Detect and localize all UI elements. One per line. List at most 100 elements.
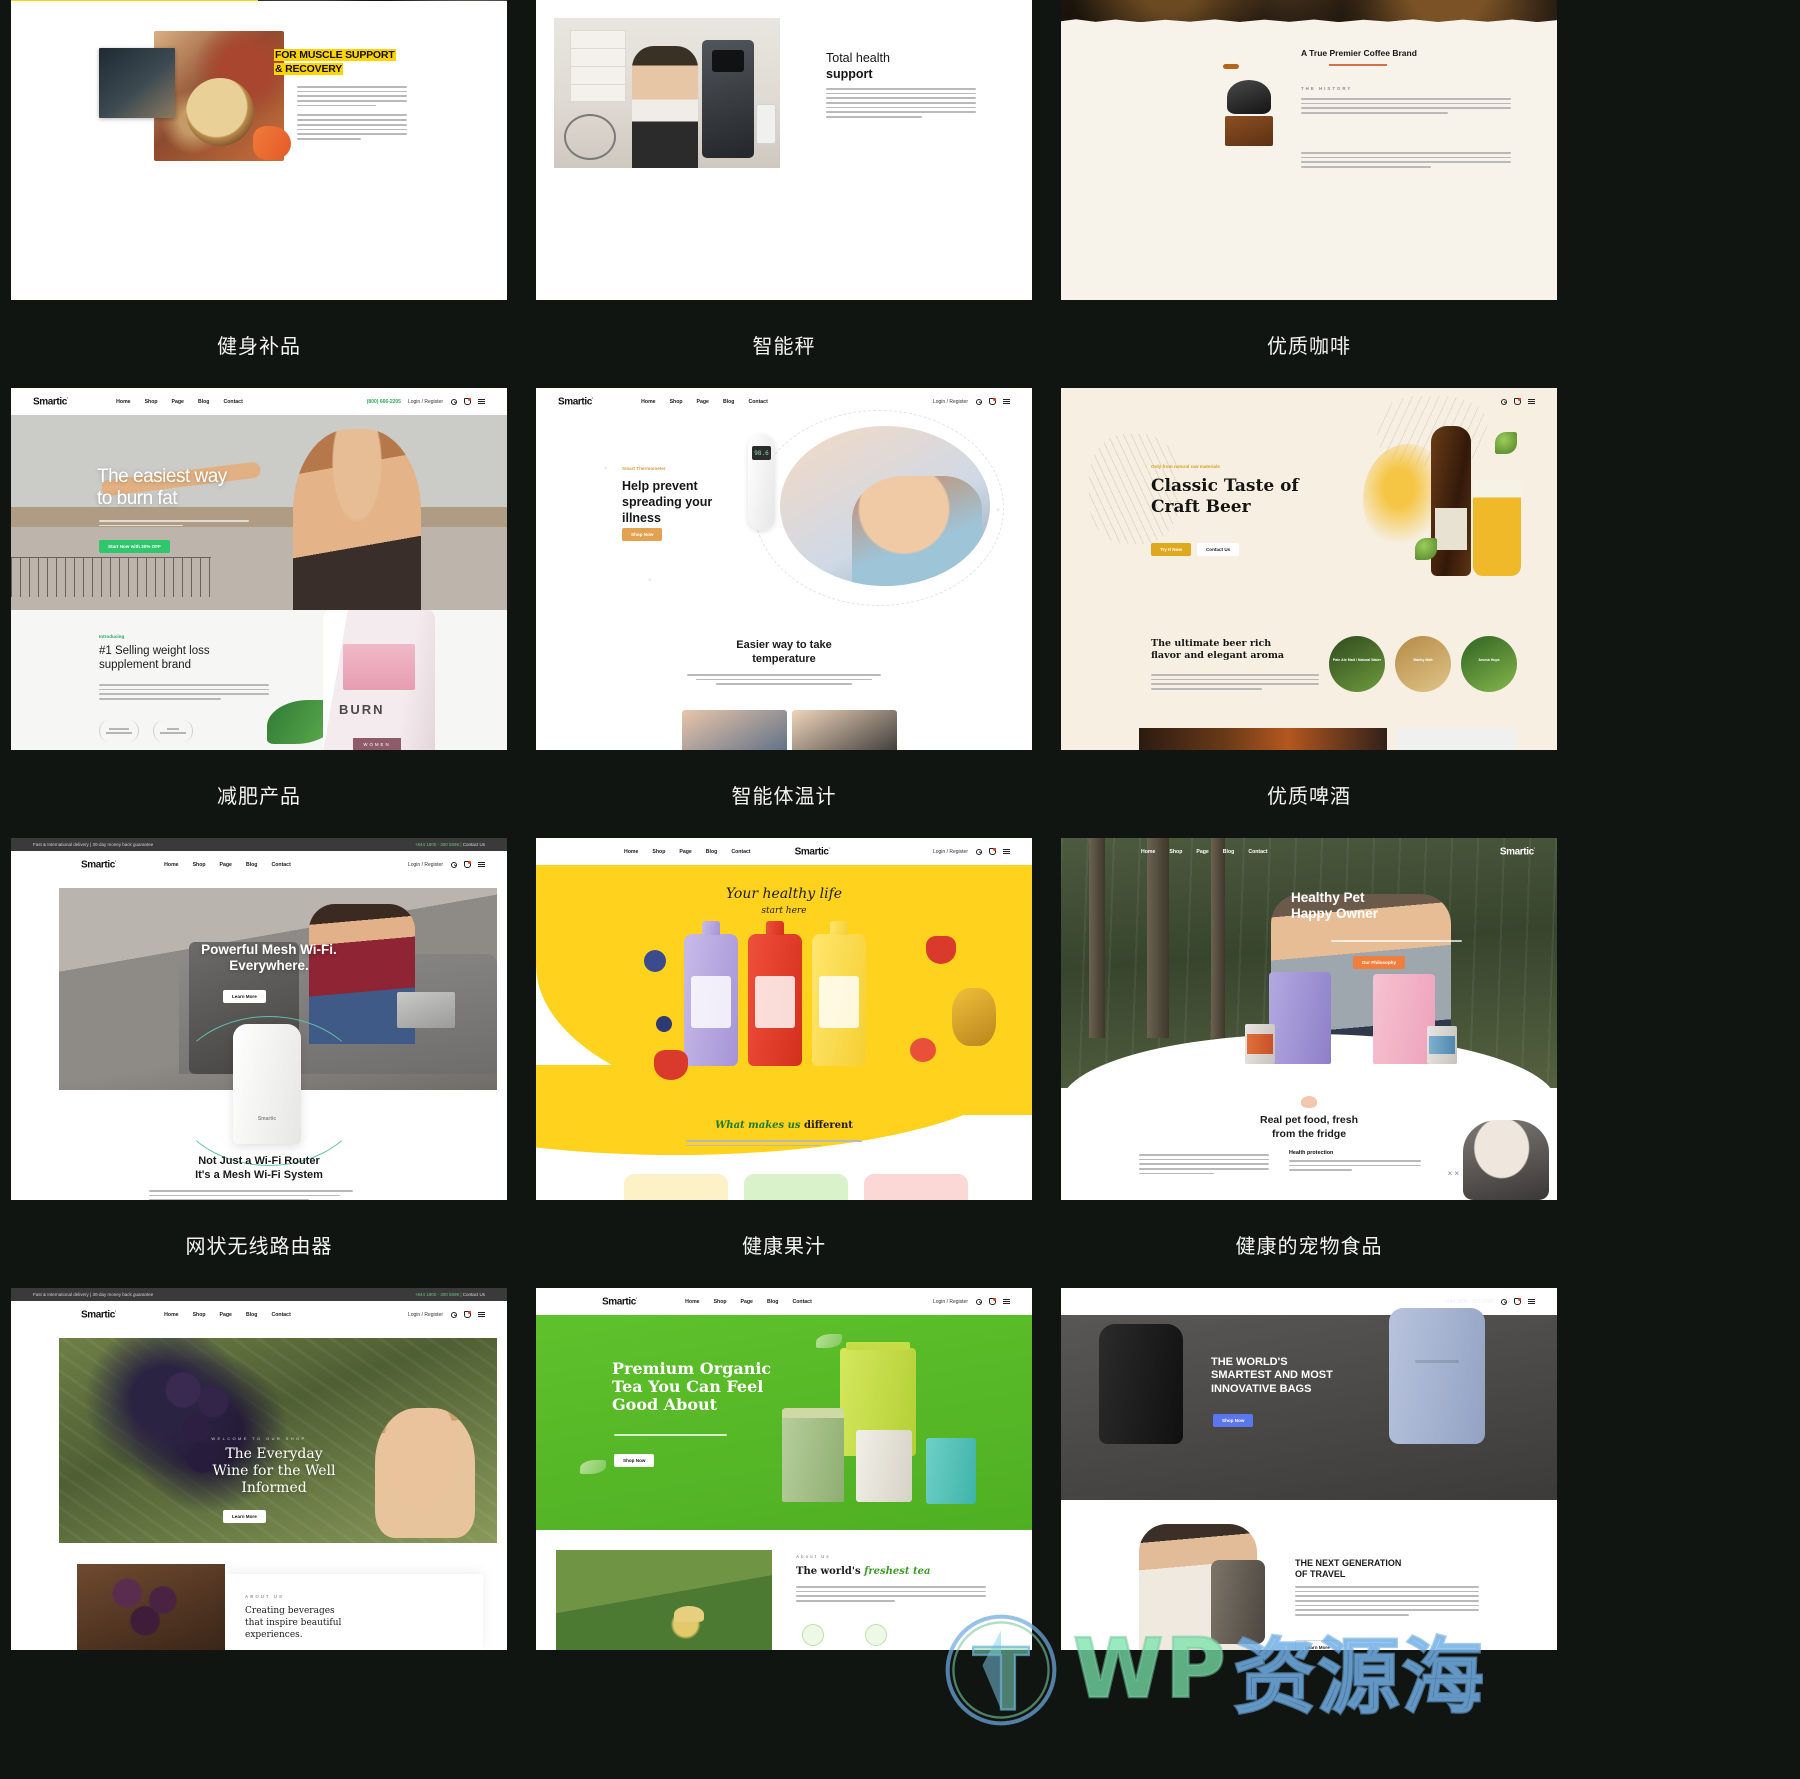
search-icon[interactable] xyxy=(975,848,982,855)
site-nav-links[interactable]: Home Shop Page Blog Contact xyxy=(164,862,291,868)
learn-more-button[interactable]: Learn More xyxy=(223,1510,266,1523)
nav-item-shop[interactable]: Shop xyxy=(193,1312,206,1318)
nav-item-shop[interactable]: Shop xyxy=(1169,849,1182,855)
login-register-link[interactable]: Login / Register xyxy=(933,1299,968,1305)
nav-item-shop[interactable]: Shop xyxy=(670,399,683,405)
brand-logo[interactable]: Smartic· xyxy=(602,1296,638,1307)
thumbnail-preview[interactable]: Home Shop Page Blog Contact Smartic· Log… xyxy=(536,838,1032,1200)
nav-item-shop[interactable]: Shop xyxy=(1239,1299,1252,1305)
cart-icon[interactable] xyxy=(464,1311,471,1318)
shop-now-button[interactable]: Shop Now xyxy=(622,528,663,541)
menu-icon[interactable] xyxy=(1528,1298,1535,1305)
search-icon[interactable] xyxy=(1500,1298,1507,1305)
menu-icon[interactable] xyxy=(478,861,485,868)
thumbnail-preview[interactable]: Get It Now FOR MUSCLE SUPPORT & RECOVERY xyxy=(11,0,507,300)
try-it-now-button[interactable]: Try It Now xyxy=(1151,543,1191,556)
topbar-right[interactable]: +844 1800 - 300 5598 | Contact Us xyxy=(415,842,485,847)
shop-now-button[interactable]: Shop Now xyxy=(1213,1414,1254,1427)
site-nav-links[interactable]: Home Shop Page Blog Contact xyxy=(641,399,768,405)
menu-icon[interactable] xyxy=(1003,1298,1010,1305)
learn-more-button[interactable]: Learn More xyxy=(223,990,266,1003)
thumbnail-preview[interactable]: Smartic· Home Shop Page Blog Contact Log… xyxy=(536,1288,1032,1650)
brand-logo[interactable]: Smartic· xyxy=(1500,846,1536,857)
search-icon[interactable] xyxy=(450,1311,457,1318)
site-nav-links[interactable]: Home Shop Page Blog Contact xyxy=(164,1312,291,1318)
template-card-wine-shop[interactable]: Fast & International delivery | 30-day m… xyxy=(11,1288,507,1738)
nav-item-shop[interactable]: Shop xyxy=(145,399,158,405)
nav-item-contact[interactable]: Contact xyxy=(792,1299,811,1305)
nav-item-page[interactable]: Page xyxy=(172,399,184,405)
menu-icon[interactable] xyxy=(1003,848,1010,855)
brand-logo[interactable]: Smartic· xyxy=(795,846,831,857)
nav-item-shop[interactable]: Shop xyxy=(652,849,665,855)
nav-item-shop[interactable]: Shop xyxy=(714,1299,727,1305)
nav-item-blog[interactable]: Blog xyxy=(767,1299,779,1305)
menu-icon[interactable] xyxy=(1003,398,1010,405)
site-nav-links[interactable]: Home Shop Page Blog Contact xyxy=(624,849,751,855)
nav-item-blog[interactable]: Blog xyxy=(706,849,718,855)
login-register-link[interactable]: Login / Register xyxy=(933,849,968,855)
nav-item-contact[interactable]: Contact xyxy=(1248,849,1267,855)
search-icon[interactable] xyxy=(450,398,457,405)
nav-item-home[interactable]: Home xyxy=(1141,849,1155,855)
nav-item-page[interactable]: Page xyxy=(741,1299,753,1305)
nav-item-home[interactable]: Home xyxy=(641,399,655,405)
thumbnail-preview[interactable]: Fast & International delivery | 30-day m… xyxy=(11,838,507,1200)
cart-icon[interactable] xyxy=(1514,398,1521,405)
brand-logo[interactable]: Smartic· xyxy=(81,1309,117,1320)
cart-icon[interactable] xyxy=(989,398,996,405)
search-icon[interactable] xyxy=(975,398,982,405)
shop-now-button[interactable]: Shop Now xyxy=(614,1454,655,1467)
menu-icon[interactable] xyxy=(478,1311,485,1318)
template-card-fitness-supplement[interactable]: Get It Now FOR MUSCLE SUPPORT & RECOVERY xyxy=(11,0,507,388)
hero-cta-button[interactable]: Start Now with 30% OFF xyxy=(99,540,170,553)
search-icon[interactable] xyxy=(450,861,457,868)
nav-item-blog[interactable]: Blog xyxy=(246,862,258,868)
thumbnail-preview[interactable]: Fast & International delivery | 30-day m… xyxy=(11,1288,507,1650)
nav-item-home[interactable]: Home xyxy=(116,399,130,405)
site-nav-links[interactable]: Home Shop Page Blog Contact xyxy=(1210,1299,1337,1305)
nav-item-page[interactable]: Page xyxy=(1266,1299,1278,1305)
thumbnail-preview[interactable]: Smartic· Home Shop Page Blog Contact Log… xyxy=(536,388,1032,750)
site-nav-links[interactable]: Home Shop Page Blog Contact xyxy=(685,1299,812,1305)
login-register-link[interactable]: Login / Register xyxy=(408,862,443,868)
template-card-craft-beer[interactable]: Smartic· Home Shop Page Blog Contact Log… xyxy=(1061,388,1557,838)
phone-number[interactable]: +844 1800 - 300 5598 xyxy=(1444,1299,1493,1305)
nav-item-contact[interactable]: Contact xyxy=(271,1312,290,1318)
brand-logo[interactable]: Smartic· xyxy=(558,396,594,407)
nav-item-blog[interactable]: Blog xyxy=(1292,1299,1304,1305)
nav-item-page[interactable]: Page xyxy=(697,399,709,405)
nav-item-blog[interactable]: Blog xyxy=(723,399,735,405)
brand-logo[interactable]: Smartic· xyxy=(1127,1296,1163,1307)
site-nav-links[interactable]: Home Shop Page Blog Contact xyxy=(1141,849,1268,855)
phone-number[interactable]: (800) 666-2205 xyxy=(367,399,401,405)
thumbnail-preview[interactable]: Smartic· Home Shop Page Blog Contact +84… xyxy=(1061,1288,1557,1650)
nav-item-contact[interactable]: Contact xyxy=(223,399,242,405)
cart-icon[interactable] xyxy=(989,1298,996,1305)
nav-item-page[interactable]: Page xyxy=(1196,849,1208,855)
contact-us-button[interactable]: Contact Us xyxy=(1196,543,1240,556)
nav-item-blog[interactable]: Blog xyxy=(246,1312,258,1318)
template-card-travel-bags[interactable]: Smartic· Home Shop Page Blog Contact +84… xyxy=(1061,1288,1557,1738)
nav-item-home[interactable]: Home xyxy=(624,849,638,855)
thumbnail-preview[interactable]: Total health support xyxy=(536,0,1032,300)
template-card-mesh-wifi-router[interactable]: Fast & International delivery | 30-day m… xyxy=(11,838,507,1288)
menu-icon[interactable] xyxy=(478,398,485,405)
learn-more-button[interactable]: Learn More xyxy=(1295,1640,1340,1650)
thumbnail-preview[interactable]: Smartic· Home Shop Page Blog Contact (80… xyxy=(11,388,507,750)
nav-item-blog[interactable]: Blog xyxy=(1223,849,1235,855)
nav-item-contact[interactable]: Contact xyxy=(1317,1299,1336,1305)
nav-item-home[interactable]: Home xyxy=(685,1299,699,1305)
nav-item-page[interactable]: Page xyxy=(679,849,691,855)
nav-item-page[interactable]: Page xyxy=(220,1312,232,1318)
topbar-right[interactable]: +844 1800 - 300 5598 | Contact Us xyxy=(415,1292,485,1297)
login-register-link[interactable]: Login / Register xyxy=(408,399,443,405)
search-icon[interactable] xyxy=(975,1298,982,1305)
template-card-healthy-juice[interactable]: Home Shop Page Blog Contact Smartic· Log… xyxy=(536,838,1032,1288)
nav-item-home[interactable]: Home xyxy=(164,862,178,868)
cart-icon[interactable] xyxy=(464,861,471,868)
search-icon[interactable] xyxy=(1500,398,1507,405)
template-card-smart-scale[interactable]: Total health support 智能秤 xyxy=(536,0,1032,388)
nav-item-shop[interactable]: Shop xyxy=(193,862,206,868)
login-register-link[interactable]: Login / Register xyxy=(408,1312,443,1318)
